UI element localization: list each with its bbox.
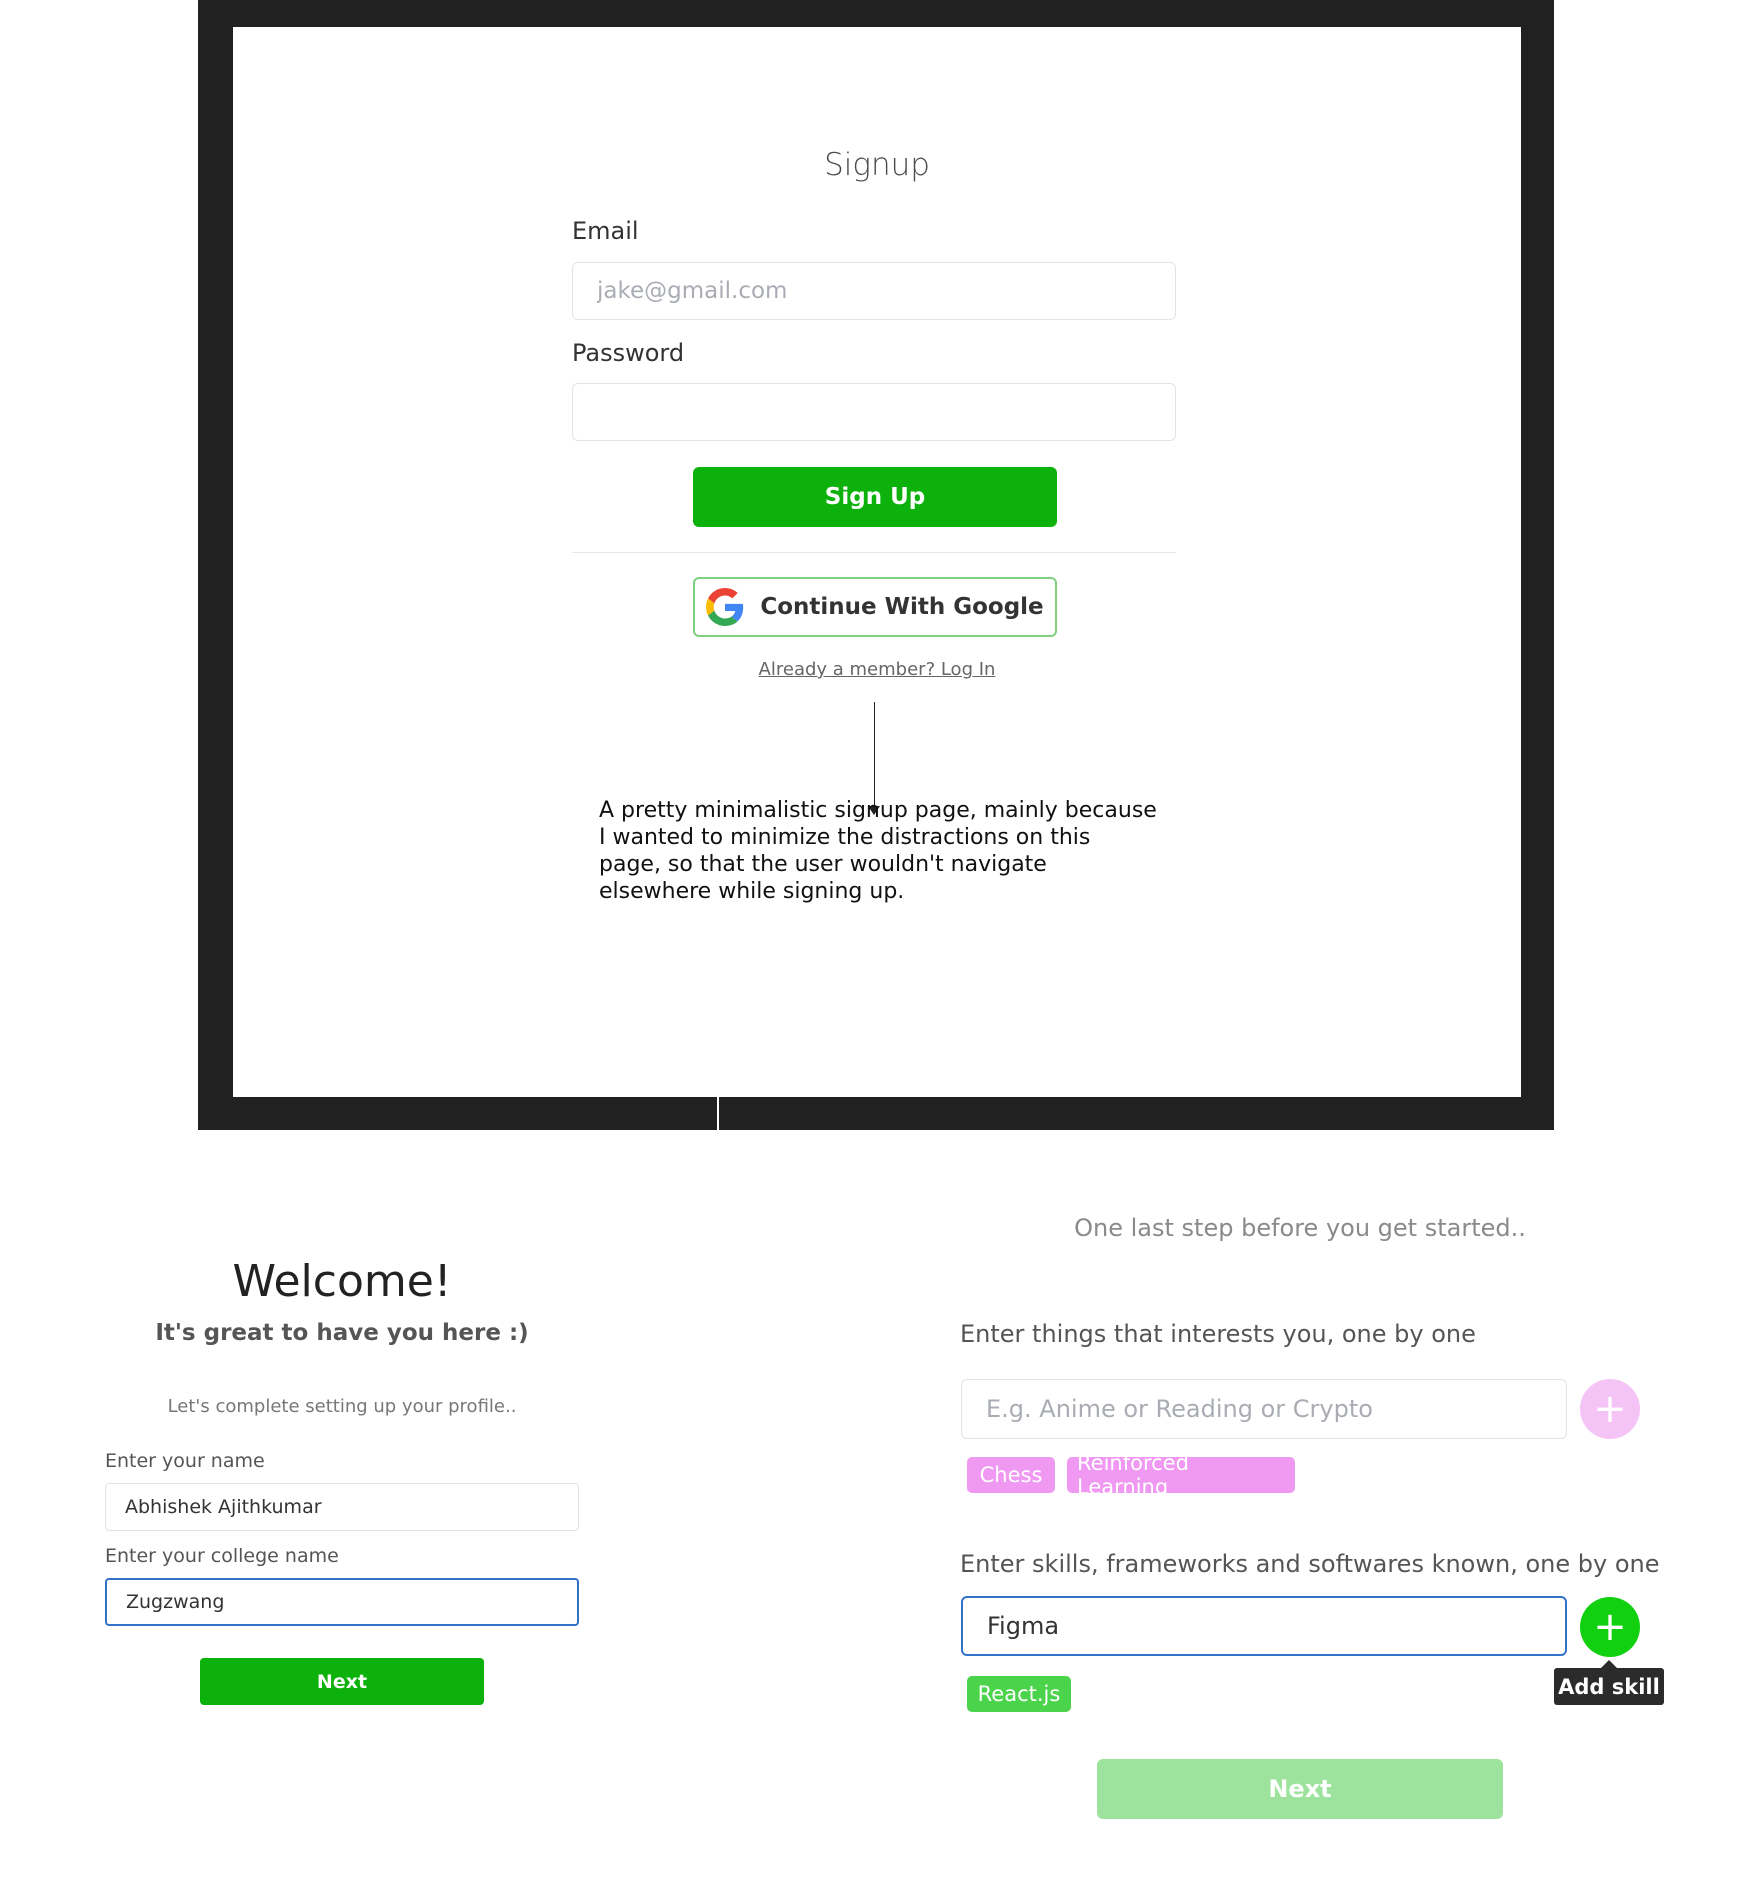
add-skill-tooltip: Add skill: [1554, 1668, 1664, 1705]
welcome-hint: Let's complete setting up your profile..: [167, 1396, 517, 1417]
interest-tag[interactable]: Reinforced Learning: [1067, 1451, 1295, 1499]
password-input[interactable]: [572, 383, 1176, 441]
continue-with-google-button[interactable]: Continue With Google: [693, 577, 1057, 637]
skills-label: Enter skills, frameworks and softwares k…: [960, 1550, 1660, 1578]
college-input[interactable]: [105, 1578, 579, 1626]
plus-icon: +: [1593, 1386, 1627, 1432]
signup-mockup-frame: Signup Email Password Sign Up Continue W…: [198, 0, 1554, 1130]
login-link[interactable]: Already a member? Log In: [233, 659, 1521, 680]
annotation-note: A pretty minimalistic signup page, mainl…: [599, 798, 1157, 904]
google-button-label: Continue With Google: [760, 594, 1044, 620]
welcome-title: Welcome!: [232, 1256, 452, 1307]
email-input[interactable]: [572, 262, 1176, 320]
frame-connector: [717, 1097, 719, 1130]
welcome-next-button[interactable]: Next: [200, 1658, 484, 1705]
password-label: Password: [572, 339, 685, 367]
signup-screen: Signup Email Password Sign Up Continue W…: [233, 27, 1521, 1097]
signup-title: Signup: [824, 147, 930, 183]
interests-input[interactable]: [961, 1379, 1567, 1439]
interest-tag[interactable]: Chess: [967, 1457, 1055, 1493]
skill-tag[interactable]: React.js: [967, 1676, 1071, 1712]
profile-next-button[interactable]: Next: [1097, 1759, 1503, 1819]
email-label: Email: [572, 217, 639, 245]
skills-input[interactable]: [961, 1596, 1567, 1656]
sign-up-button[interactable]: Sign Up: [693, 467, 1057, 527]
name-input[interactable]: [105, 1483, 579, 1531]
name-label: Enter your name: [105, 1450, 265, 1472]
divider: [572, 552, 1176, 553]
interests-label: Enter things that interests you, one by …: [960, 1320, 1476, 1348]
tooltip-arrow: [1601, 1660, 1617, 1668]
plus-icon: +: [1593, 1604, 1627, 1650]
add-skill-button[interactable]: +: [1580, 1597, 1640, 1657]
add-interest-button[interactable]: +: [1580, 1379, 1640, 1439]
profile-heading: One last step before you get started..: [1074, 1214, 1526, 1242]
google-g-icon: [706, 588, 744, 626]
college-label: Enter your college name: [105, 1545, 339, 1567]
welcome-subtitle: It's great to have you here :): [155, 1320, 529, 1346]
